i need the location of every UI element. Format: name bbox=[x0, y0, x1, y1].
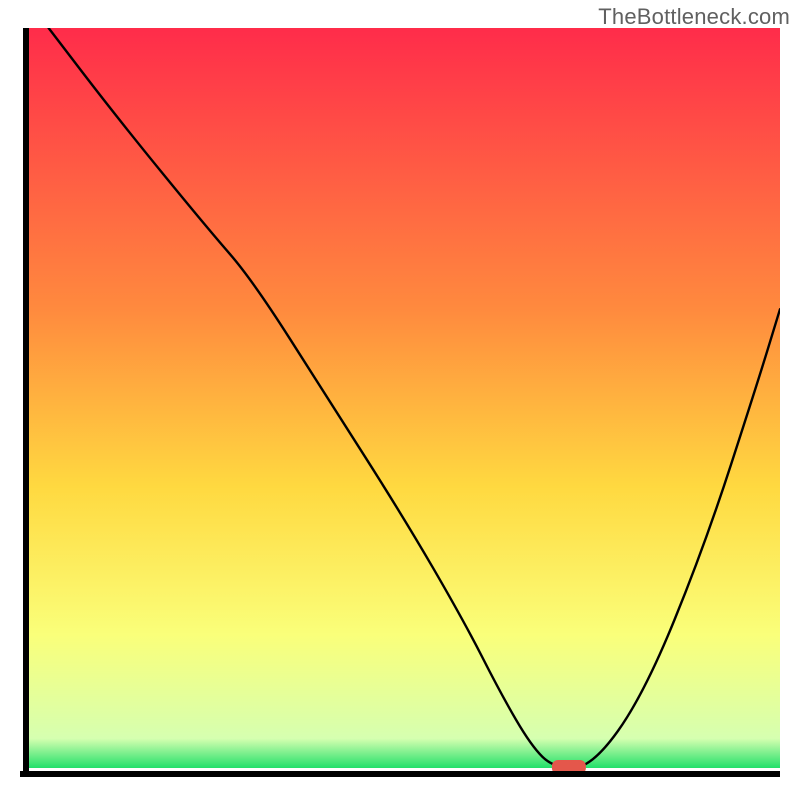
chart-svg bbox=[20, 28, 780, 780]
watermark-text: TheBottleneck.com bbox=[598, 4, 790, 30]
bottleneck-chart bbox=[20, 28, 780, 780]
gradient-background bbox=[26, 28, 780, 768]
